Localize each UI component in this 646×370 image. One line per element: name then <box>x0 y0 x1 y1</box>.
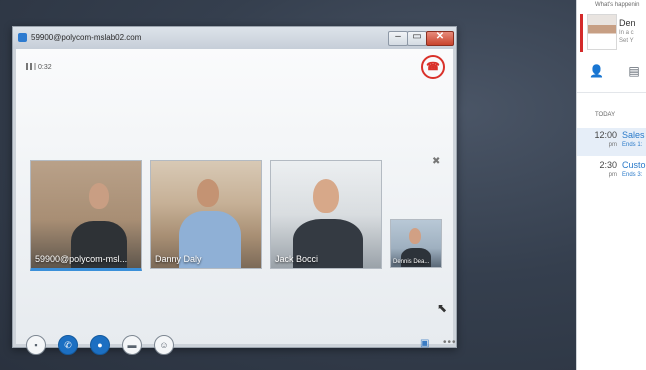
my-status[interactable]: In a c <box>619 30 634 36</box>
video-stage: 0:32 ☎ ✖ 59900@polycom-msl... Danny Daly… <box>16 49 456 355</box>
title-bar[interactable]: 59900@polycom-mslab02.com – ▭ ✕ <box>13 27 456 49</box>
maximize-icon: ▭ <box>412 31 422 42</box>
hangup-icon: ☎ <box>426 61 440 73</box>
contacts-tab-icon[interactable]: 👤 <box>589 64 604 78</box>
signal-strength-icon <box>26 63 36 70</box>
call-button[interactable]: ✆ <box>58 335 78 355</box>
close-gallery-icon[interactable]: ✖ <box>432 156 440 167</box>
section-today: TODAY <box>595 112 616 118</box>
participant-name: Danny Daly <box>155 254 202 264</box>
person-shape <box>89 183 109 209</box>
meeting-title[interactable]: Sales <box>622 130 645 140</box>
person-shape <box>313 179 339 213</box>
camera-icon: ● <box>97 340 103 350</box>
participant-name: Dennis Dea... <box>393 259 430 265</box>
participants-button[interactable]: ☺ <box>154 335 174 355</box>
conversation-window: 59900@polycom-mslab02.com – ▭ ✕ 0:32 ☎ ✖… <box>12 26 457 355</box>
meeting-ampm: pm <box>608 172 617 178</box>
minimize-button[interactable]: – <box>388 31 408 46</box>
minimize-icon: – <box>395 31 401 42</box>
meeting-time: 12:00 <box>594 130 617 140</box>
contact-card-icon[interactable]: ▣ <box>420 338 429 349</box>
avatar[interactable] <box>587 14 617 50</box>
meeting-item[interactable]: 12:00 pm Sales Ends 1: <box>577 128 646 156</box>
meetings-tab-icon[interactable]: ▤ <box>627 64 641 78</box>
participant-video[interactable]: Jack Bocci <box>270 160 382 269</box>
monitor-icon: ▬ <box>127 340 137 350</box>
participant-video[interactable]: Danny Daly <box>150 160 262 269</box>
participant-video-thumbnail[interactable]: Dennis Dea... <box>390 219 442 268</box>
meeting-time: 2:30 <box>599 160 617 170</box>
divider <box>577 92 646 93</box>
meeting-item[interactable]: 2:30 pm Custo Ends 3: <box>577 158 646 186</box>
my-location[interactable]: Set Y <box>619 38 634 44</box>
maximize-button[interactable]: ▭ <box>407 31 427 46</box>
lync-contacts-pane: What's happenin Den In a c Set Y 👤 ▤ TOD… <box>576 0 646 370</box>
person-shape <box>401 248 431 267</box>
close-icon: ✕ <box>435 31 445 42</box>
video-button[interactable]: ● <box>90 335 110 355</box>
presence-bar <box>580 14 583 52</box>
lync-app-icon <box>18 33 27 42</box>
hangup-button[interactable]: ☎ <box>421 55 445 79</box>
meeting-ends: Ends 3: <box>622 172 643 178</box>
more-options-icon[interactable]: ••• <box>443 337 457 348</box>
participant-video[interactable]: 59900@polycom-msl... <box>30 160 142 271</box>
people-icon: ☺ <box>159 340 169 350</box>
my-name: Den <box>619 18 636 28</box>
meeting-title[interactable]: Custo <box>622 160 646 170</box>
participant-name: 59900@polycom-msl... <box>35 254 128 264</box>
person-shape <box>197 179 219 207</box>
meeting-ampm: pm <box>608 142 617 148</box>
mouse-cursor-icon: ⬉ <box>437 301 448 315</box>
call-timer: 0:32 <box>38 64 52 71</box>
call-duration: 0:32 <box>26 63 52 71</box>
person-shape <box>409 228 421 244</box>
present-button[interactable]: ▬ <box>122 335 142 355</box>
im-button[interactable]: ▪ <box>26 335 46 355</box>
close-button[interactable]: ✕ <box>426 31 454 46</box>
whats-happening[interactable]: What's happenin <box>595 2 640 8</box>
participant-name: Jack Bocci <box>275 254 319 264</box>
meeting-ends: Ends 1: <box>622 142 643 148</box>
phone-icon: ✆ <box>64 340 72 350</box>
window-title: 59900@polycom-mslab02.com <box>31 33 142 42</box>
chat-icon: ▪ <box>34 340 38 350</box>
